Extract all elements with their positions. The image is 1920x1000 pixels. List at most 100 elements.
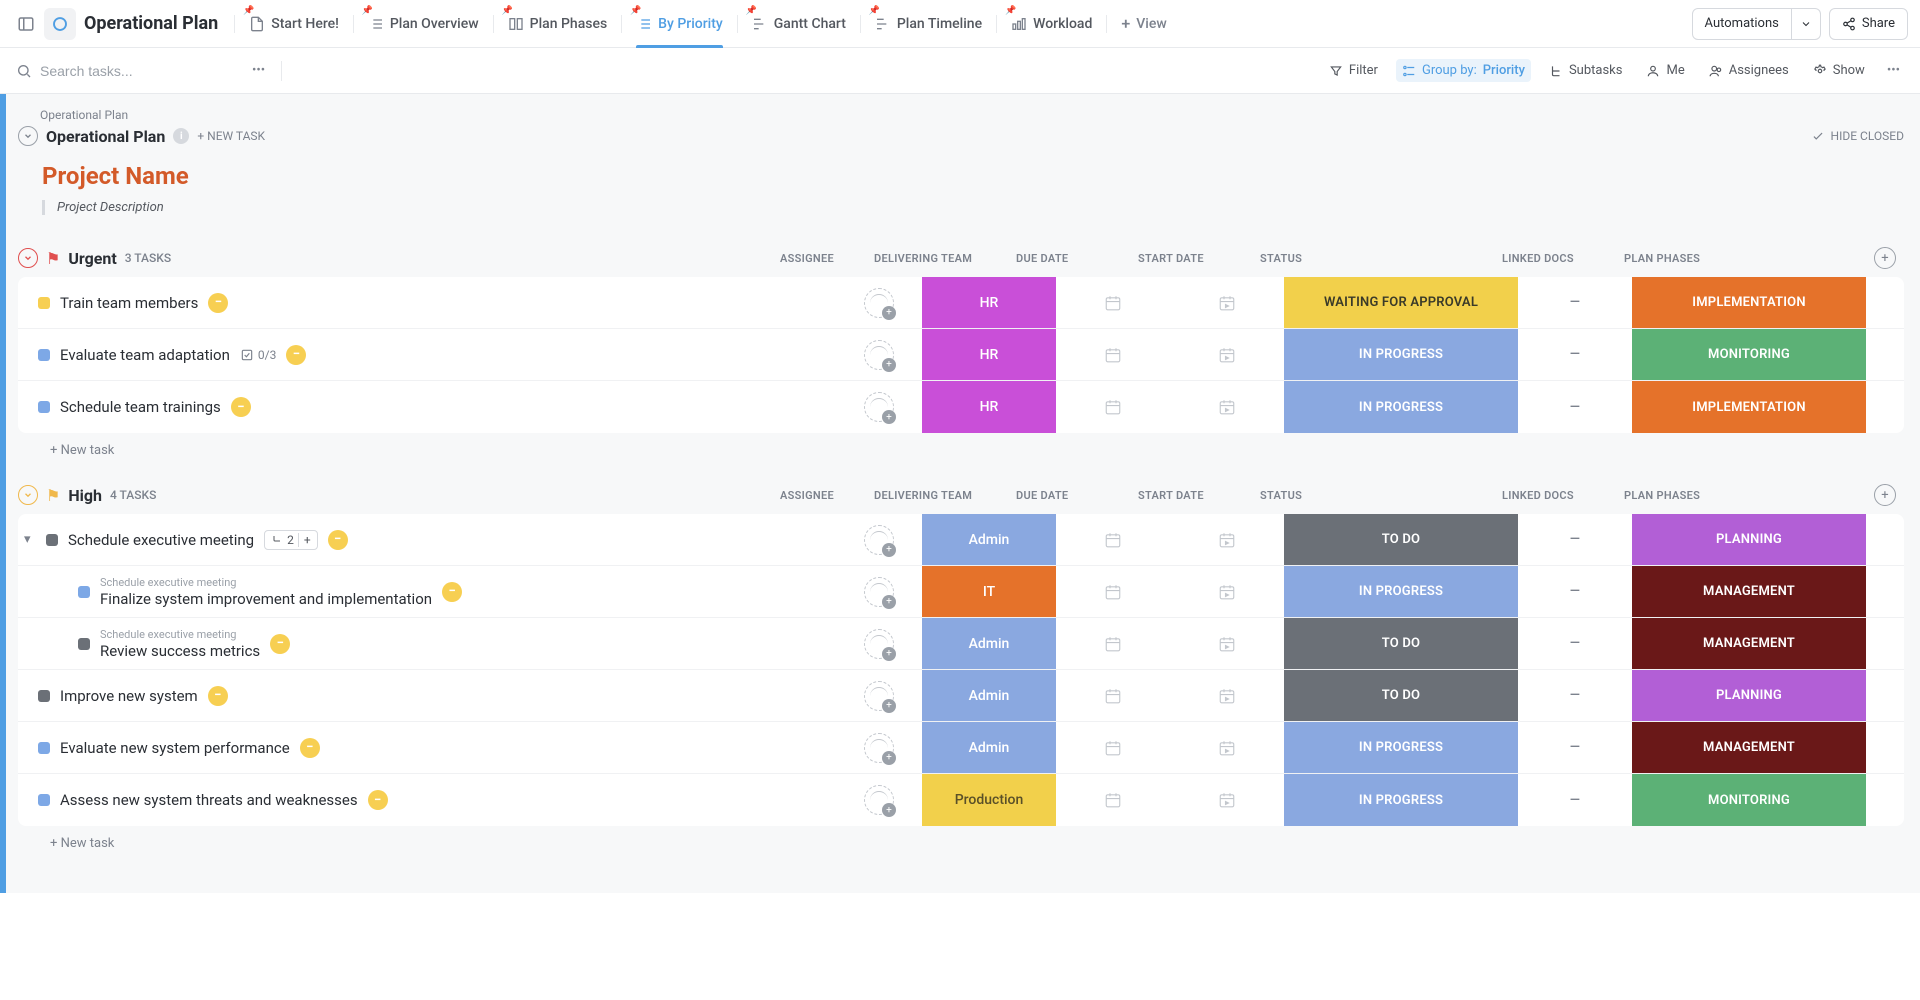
add-assignee-icon[interactable]	[864, 577, 894, 607]
add-assignee-icon[interactable]	[864, 525, 894, 555]
status-cell[interactable]: IN PROGRESS	[1284, 329, 1518, 380]
search-input[interactable]	[40, 63, 200, 79]
task-row[interactable]: Improve new system− Admin TO DO – PLANNI…	[18, 670, 1904, 722]
column-header-linked-docs[interactable]: LINKED DOCS	[1502, 489, 1616, 502]
priority-badge[interactable]: −	[286, 345, 306, 365]
tab-gantt-chart[interactable]: 📌Gantt Chart	[740, 0, 858, 48]
expand-subtasks-button[interactable]: ▾	[24, 532, 36, 547]
assignees-button[interactable]: Assignees	[1703, 59, 1795, 82]
tab-start-here[interactable]: 📌Start Here!	[237, 0, 351, 48]
plan-phase-cell[interactable]: MANAGEMENT	[1632, 618, 1866, 669]
task-row[interactable]: Evaluate new system performance− Admin I…	[18, 722, 1904, 774]
task-status-square[interactable]	[46, 534, 58, 546]
parent-task-crumb[interactable]: Schedule executive meeting	[100, 576, 432, 589]
new-task-button[interactable]: + NEW TASK	[197, 129, 265, 143]
delivering-team-cell[interactable]: Admin	[922, 670, 1056, 721]
due-date-cell[interactable]	[1056, 381, 1170, 433]
task-row[interactable]: Assess new system threats and weaknesses…	[18, 774, 1904, 826]
filter-button[interactable]: Filter	[1323, 59, 1384, 82]
delivering-team-cell[interactable]: Admin	[922, 722, 1056, 773]
column-header-delivering-team[interactable]: DELIVERING TEAM	[874, 252, 1008, 265]
tab-plan-overview[interactable]: 📌Plan Overview	[356, 0, 491, 48]
add-view-button[interactable]: +View	[1109, 0, 1178, 48]
plan-phase-cell[interactable]: MONITORING	[1632, 774, 1866, 826]
collapse-group-button[interactable]	[18, 248, 38, 268]
status-cell[interactable]: TO DO	[1284, 618, 1518, 669]
status-cell[interactable]: TO DO	[1284, 514, 1518, 565]
status-cell[interactable]: WAITING FOR APPROVAL	[1284, 277, 1518, 328]
linked-docs-cell[interactable]: –	[1518, 381, 1632, 433]
status-cell[interactable]: IN PROGRESS	[1284, 774, 1518, 826]
start-date-cell[interactable]	[1170, 670, 1284, 721]
new-task-row[interactable]: + New task	[18, 826, 1904, 855]
add-column-button[interactable]: +	[1874, 484, 1896, 506]
plan-phase-cell[interactable]: MANAGEMENT	[1632, 722, 1866, 773]
start-date-cell[interactable]	[1170, 329, 1284, 380]
assignee-cell[interactable]	[836, 381, 922, 433]
task-row[interactable]: Evaluate team adaptation0/3− HR IN PROGR…	[18, 329, 1904, 381]
add-subtask-button[interactable]: +	[298, 533, 311, 547]
assignee-cell[interactable]	[836, 514, 922, 565]
task-row[interactable]: Schedule executive meetingFinalize syste…	[18, 566, 1904, 618]
subtask-count-badge[interactable]: 2+	[264, 530, 318, 550]
add-assignee-icon[interactable]	[864, 340, 894, 370]
sidebar-toggle-button[interactable]	[12, 10, 40, 38]
collapse-group-button[interactable]	[18, 485, 38, 505]
column-header-assignee[interactable]: ASSIGNEE	[780, 252, 866, 265]
column-header-due-date[interactable]: DUE DATE	[1016, 252, 1130, 265]
task-row[interactable]: Schedule executive meetingReview success…	[18, 618, 1904, 670]
list-name[interactable]: Operational Plan	[46, 127, 165, 146]
due-date-cell[interactable]	[1056, 618, 1170, 669]
due-date-cell[interactable]	[1056, 774, 1170, 826]
checklist-progress[interactable]: 0/3	[240, 348, 276, 362]
share-button[interactable]: Share	[1829, 8, 1908, 40]
info-icon[interactable]: i	[173, 128, 189, 144]
linked-docs-cell[interactable]: –	[1518, 514, 1632, 565]
delivering-team-cell[interactable]: HR	[922, 381, 1056, 433]
delivering-team-cell[interactable]: Admin	[922, 514, 1056, 565]
me-button[interactable]: Me	[1640, 59, 1690, 82]
parent-task-crumb[interactable]: Schedule executive meeting	[100, 628, 260, 641]
plan-phase-cell[interactable]: PLANNING	[1632, 514, 1866, 565]
column-header-status[interactable]: STATUS	[1260, 252, 1494, 265]
show-button[interactable]: Show	[1807, 59, 1871, 82]
tab-by-priority[interactable]: 📌By Priority	[624, 0, 735, 48]
assignee-cell[interactable]	[836, 277, 922, 328]
priority-badge[interactable]: −	[231, 397, 251, 417]
linked-docs-cell[interactable]: –	[1518, 618, 1632, 669]
due-date-cell[interactable]	[1056, 566, 1170, 617]
linked-docs-cell[interactable]: –	[1518, 277, 1632, 328]
group-by-button[interactable]: Group by: Priority	[1396, 59, 1531, 82]
task-row[interactable]: Train team members− HR WAITING FOR APPRO…	[18, 277, 1904, 329]
linked-docs-cell[interactable]: –	[1518, 722, 1632, 773]
automations-dropdown-button[interactable]	[1792, 8, 1821, 40]
priority-badge[interactable]: −	[442, 582, 462, 602]
task-status-square[interactable]	[38, 742, 50, 754]
status-cell[interactable]: IN PROGRESS	[1284, 722, 1518, 773]
linked-docs-cell[interactable]: –	[1518, 774, 1632, 826]
start-date-cell[interactable]	[1170, 618, 1284, 669]
due-date-cell[interactable]	[1056, 514, 1170, 565]
delivering-team-cell[interactable]: IT	[922, 566, 1056, 617]
new-task-row[interactable]: + New task	[18, 433, 1904, 462]
linked-docs-cell[interactable]: –	[1518, 329, 1632, 380]
task-status-square[interactable]	[38, 794, 50, 806]
add-assignee-icon[interactable]	[864, 681, 894, 711]
plan-phase-cell[interactable]: IMPLEMENTATION	[1632, 381, 1866, 433]
collapse-list-button[interactable]	[18, 126, 38, 146]
task-status-square[interactable]	[78, 586, 90, 598]
linked-docs-cell[interactable]: –	[1518, 670, 1632, 721]
start-date-cell[interactable]	[1170, 774, 1284, 826]
add-column-button[interactable]: +	[1874, 247, 1896, 269]
task-row[interactable]: ▾Schedule executive meeting2+− Admin TO …	[18, 514, 1904, 566]
tab-workload[interactable]: 📌Workload	[999, 0, 1104, 48]
toolbar-more-button[interactable]: •••	[1883, 59, 1904, 82]
task-status-square[interactable]	[38, 349, 50, 361]
add-assignee-icon[interactable]	[864, 733, 894, 763]
priority-badge[interactable]: −	[328, 530, 348, 550]
column-header-assignee[interactable]: ASSIGNEE	[780, 489, 866, 502]
due-date-cell[interactable]	[1056, 329, 1170, 380]
due-date-cell[interactable]	[1056, 277, 1170, 328]
delivering-team-cell[interactable]: HR	[922, 329, 1056, 380]
add-assignee-icon[interactable]	[864, 392, 894, 422]
